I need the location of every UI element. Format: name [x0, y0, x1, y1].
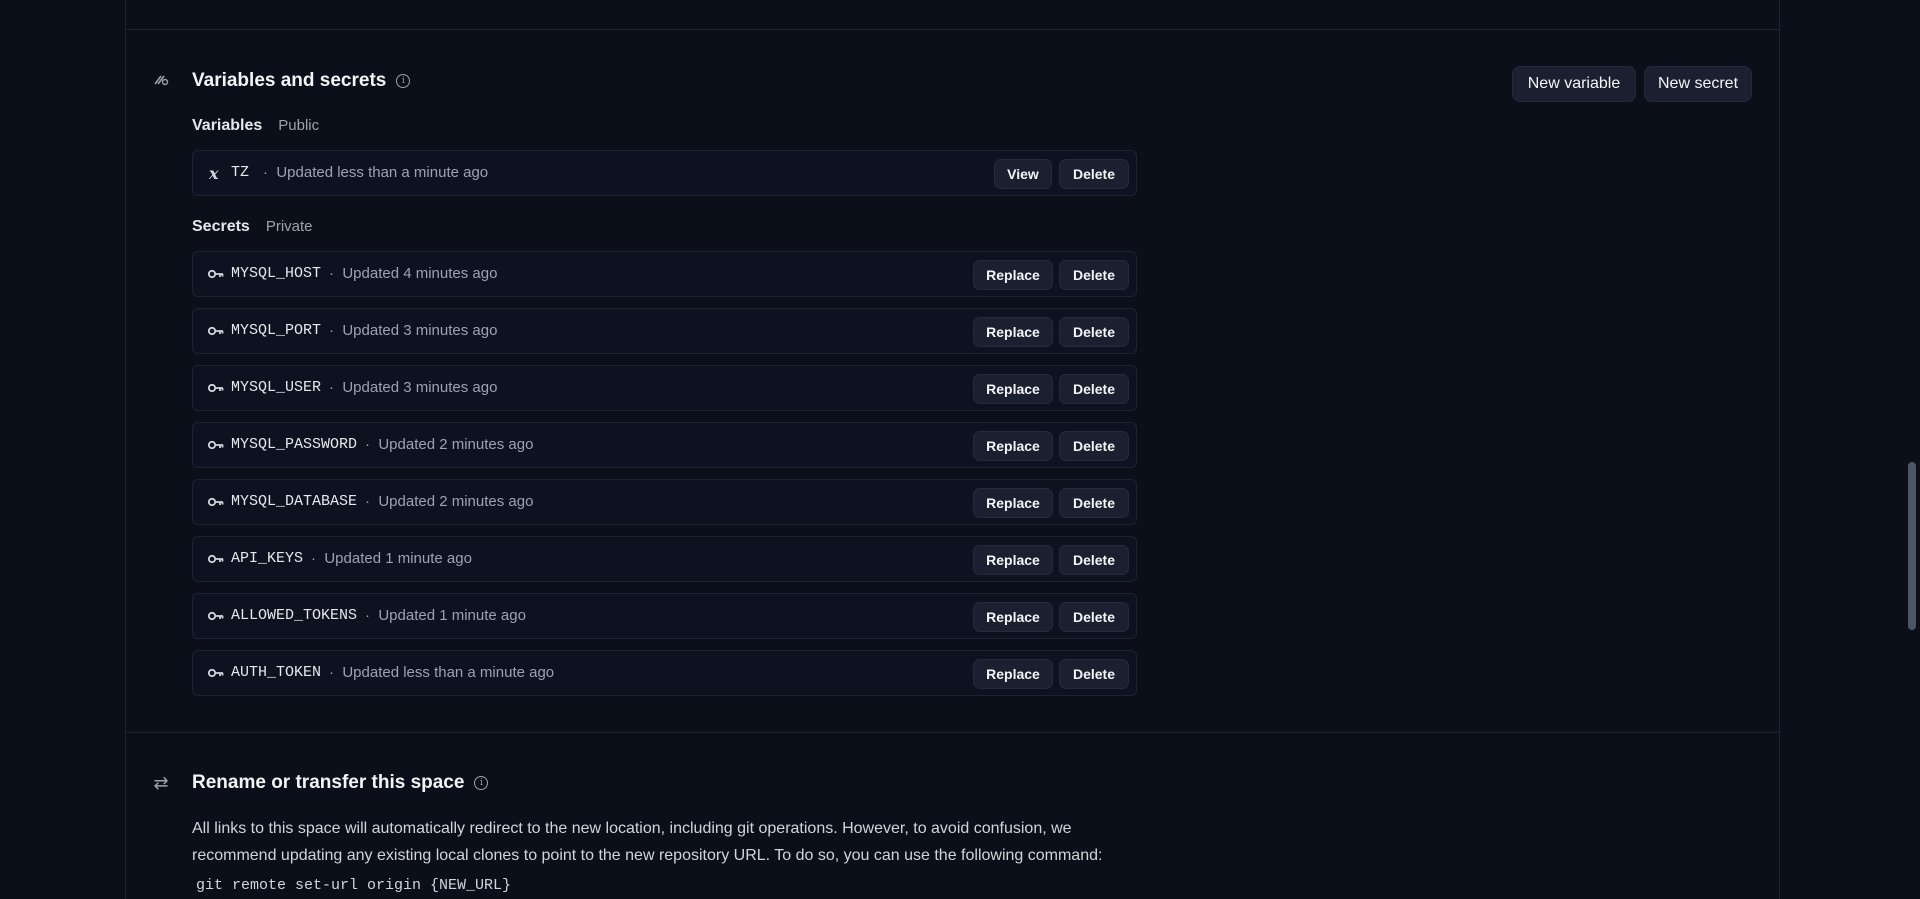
svg-text:x: x	[208, 164, 219, 182]
key-icon	[207, 436, 225, 454]
rename-description: All links to this space will automatical…	[192, 815, 1102, 869]
secret-updated-text: Updated 1 minute ago	[324, 550, 472, 567]
new-secret-button[interactable]: New secret	[1644, 66, 1752, 102]
secret-row: API_KEYS · Updated 1 minute ago Replace Del…	[192, 536, 1137, 582]
key-icon	[207, 493, 225, 511]
secret-name: ALLOWED_TOKENS	[231, 607, 358, 624]
secret-name: MYSQL_PORT	[231, 322, 322, 339]
settings-page: Variables and secrets i New variable New…	[0, 0, 1920, 899]
separator: ·	[365, 493, 370, 510]
replace-button[interactable]: Replace	[973, 545, 1053, 575]
secret-updated-text: Updated 3 minutes ago	[342, 379, 498, 396]
key-icon	[207, 607, 225, 625]
separator: ·	[365, 607, 370, 624]
rename-section-title-text: Rename or transfer this space	[192, 772, 465, 793]
rename-description-line: All links to this space will automatical…	[192, 820, 1072, 837]
section-divider	[126, 29, 1779, 30]
separator: ·	[311, 550, 316, 567]
secrets-label: Secrets	[192, 218, 250, 235]
secret-updated-text: Updated 2 minutes ago	[378, 493, 534, 510]
secret-name: AUTH_TOKEN	[231, 664, 322, 681]
secret-updated-text: Updated less than a minute ago	[342, 664, 555, 681]
replace-button[interactable]: Replace	[973, 488, 1053, 518]
secret-updated: · Updated 3 minutes ago	[329, 379, 497, 396]
secret-row: MYSQL_PASSWORD · Updated 2 minutes ago Rep…	[192, 422, 1137, 468]
delete-button[interactable]: Delete	[1059, 260, 1129, 290]
variables-secrets-title-text: Variables and secrets	[192, 70, 387, 91]
replace-button[interactable]: Replace	[973, 260, 1053, 290]
secret-updated: · Updated 2 minutes ago	[365, 493, 533, 510]
variables-secrets-icon	[151, 72, 171, 93]
variables-label: Variables	[192, 117, 263, 134]
key-icon	[207, 265, 225, 283]
separator: ·	[329, 379, 334, 396]
secret-updated-text: Updated 4 minutes ago	[342, 265, 498, 282]
variable-updated-text: Updated less than a minute ago	[276, 164, 489, 181]
variable-row: x TZ · Updated less than a minute ago Vi…	[192, 150, 1137, 196]
delete-button[interactable]: Delete	[1059, 374, 1129, 404]
secret-name: API_KEYS	[231, 550, 304, 567]
delete-button[interactable]: Delete	[1059, 431, 1129, 461]
separator: ·	[329, 265, 334, 282]
secret-name: MYSQL_HOST	[231, 265, 322, 282]
secret-updated-text: Updated 3 minutes ago	[342, 322, 498, 339]
delete-button[interactable]: Delete	[1059, 545, 1129, 575]
section-divider	[126, 732, 1779, 733]
replace-button[interactable]: Replace	[973, 374, 1053, 404]
replace-button[interactable]: Replace	[973, 602, 1053, 632]
git-command: git remote set-url origin {NEW_URL}	[196, 877, 512, 894]
scrollbar-thumb[interactable]	[1908, 462, 1916, 630]
secret-name: MYSQL_PASSWORD	[231, 436, 358, 453]
secret-updated-text: Updated 1 minute ago	[378, 607, 526, 624]
key-icon	[207, 664, 225, 682]
secret-row: MYSQL_DATABASE · Updated 2 minutes ago Rep…	[192, 479, 1137, 525]
replace-button[interactable]: Replace	[973, 659, 1053, 689]
separator: ·	[263, 164, 268, 181]
secret-updated: · Updated 2 minutes ago	[365, 436, 533, 453]
secret-name: MYSQL_USER	[231, 379, 322, 396]
secret-name: MYSQL_DATABASE	[231, 493, 358, 510]
secret-updated: · Updated less than a minute ago	[329, 664, 554, 681]
secret-updated-text: Updated 2 minutes ago	[378, 436, 534, 453]
key-icon	[207, 379, 225, 397]
secret-row: MYSQL_HOST · Updated 4 minutes ago Replace…	[192, 251, 1137, 297]
separator: ·	[365, 436, 370, 453]
secret-row: MYSQL_PORT · Updated 3 minutes ago Replace…	[192, 308, 1137, 354]
new-variable-button[interactable]: New variable	[1512, 66, 1636, 102]
secret-updated: · Updated 1 minute ago	[311, 550, 472, 567]
settings-panel: Variables and secrets i New variable New…	[125, 0, 1780, 899]
variables-secrets-title: Variables and secrets i	[192, 70, 411, 92]
secret-updated: · Updated 4 minutes ago	[329, 265, 497, 282]
secret-row: MYSQL_USER · Updated 3 minutes ago Replace…	[192, 365, 1137, 411]
variable-icon: x	[207, 164, 225, 183]
secret-updated: · Updated 1 minute ago	[365, 607, 526, 624]
view-button[interactable]: View	[994, 159, 1052, 189]
secret-row: AUTH_TOKEN · Updated less than a minute a…	[192, 650, 1137, 696]
variable-name: TZ	[231, 164, 250, 181]
variables-visibility: Public	[278, 117, 320, 134]
delete-button[interactable]: Delete	[1059, 659, 1129, 689]
info-icon[interactable]: i	[396, 74, 411, 88]
secret-row: ALLOWED_TOKENS · Updated 1 minute ago Repl…	[192, 593, 1137, 639]
replace-button[interactable]: Replace	[973, 431, 1053, 461]
separator: ·	[329, 664, 334, 681]
variables-group-label: Variables Public	[192, 117, 319, 135]
info-icon[interactable]: i	[474, 776, 489, 790]
scrollbar[interactable]	[1904, 0, 1920, 899]
separator: ·	[329, 322, 334, 339]
delete-button[interactable]: Delete	[1059, 159, 1129, 189]
key-icon	[207, 322, 225, 340]
delete-button[interactable]: Delete	[1059, 488, 1129, 518]
replace-button[interactable]: Replace	[973, 317, 1053, 347]
secrets-group-label: Secrets Private	[192, 218, 313, 236]
rename-section-title: Rename or transfer this space i	[192, 772, 489, 794]
transfer-icon: ⇄	[153, 773, 169, 793]
delete-button[interactable]: Delete	[1059, 602, 1129, 632]
delete-button[interactable]: Delete	[1059, 317, 1129, 347]
secrets-visibility: Private	[265, 218, 313, 235]
key-icon	[207, 550, 225, 568]
variable-updated: · Updated less than a minute ago	[263, 164, 488, 181]
secret-updated: · Updated 3 minutes ago	[329, 322, 497, 339]
rename-description-line: recommend updating any existing local cl…	[192, 847, 1103, 864]
